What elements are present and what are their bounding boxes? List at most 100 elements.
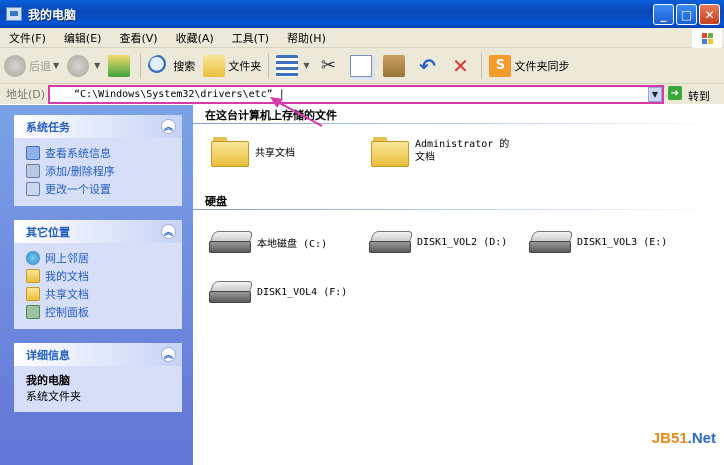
chevron-down-icon: ▼ — [53, 61, 60, 70]
toolbar: 后退 ▼ ▼ 搜索 文件夹 ▼ ✂ ↶ ✕ S 文件夹同步 — [0, 48, 724, 84]
cut-button[interactable]: ✂ — [313, 51, 346, 81]
watermark-part-a: JB51 — [651, 430, 688, 447]
back-button[interactable]: 后退 ▼ — [0, 51, 63, 81]
menu-view[interactable]: 查看(V) — [110, 30, 166, 46]
view-system-info-label: 查看系统信息 — [45, 147, 111, 160]
views-icon — [276, 54, 299, 77]
drive-item[interactable]: 本地磁盘 (C:) — [209, 231, 327, 253]
menu-tools[interactable]: 工具(T) — [223, 30, 278, 46]
address-dropdown-icon[interactable]: ▼ — [648, 87, 662, 102]
change-setting-label: 更改一个设置 — [45, 183, 111, 196]
system-tasks-header[interactable]: 系统任务 ︽ — [14, 115, 182, 138]
collapse-icon[interactable]: ︽ — [161, 119, 176, 134]
menu-edit[interactable]: 编辑(E) — [55, 30, 111, 46]
scissors-icon: ✂ — [320, 54, 337, 76]
add-remove-programs-link[interactable]: 添加/删除程序 — [26, 162, 172, 180]
control-panel-label: 控制面板 — [45, 306, 89, 319]
menu-file[interactable]: 文件(F) — [0, 30, 55, 46]
search-icon — [148, 54, 171, 77]
details-panel: 详细信息 ︽ 我的电脑 系统文件夹 — [14, 343, 182, 412]
copy-button[interactable] — [346, 51, 379, 81]
address-input[interactable]: “C:\Windows\System32\drivers\etc” | — [48, 85, 664, 104]
system-info-icon — [26, 146, 40, 160]
collapse-icon[interactable]: ︽ — [161, 224, 176, 239]
collapse-icon[interactable]: ︽ — [161, 347, 176, 362]
menu-favorites[interactable]: 收藏(A) — [167, 30, 223, 46]
my-documents-label: 我的文档 — [45, 270, 89, 283]
go-button[interactable]: 转到 — [688, 88, 710, 104]
search-button[interactable]: 搜索 — [144, 51, 199, 81]
hard-drive-icon — [529, 231, 571, 253]
search-label: 搜索 — [173, 59, 196, 73]
drive-item[interactable]: DISK1_VOL2 (D:) — [369, 231, 507, 253]
folder-sync-button[interactable]: S 文件夹同步 — [485, 51, 573, 81]
group-divider — [193, 209, 724, 210]
toolbar-divider — [481, 52, 483, 79]
windows-logo-icon — [692, 28, 722, 48]
drive-label: 本地磁盘 (C:) — [257, 238, 328, 250]
drives-group-header: 硬盘 — [205, 195, 227, 208]
up-folder-icon — [108, 54, 131, 77]
system-tasks-title: 系统任务 — [26, 120, 70, 134]
drive-label: DISK1_VOL3 (E:) — [577, 236, 668, 248]
hard-drive-icon — [209, 231, 251, 253]
views-button[interactable]: ▼ — [272, 51, 313, 81]
address-bar: 地址(D) “C:\Windows\System32\drivers\etc” … — [0, 84, 724, 104]
watermark-part-b: .Net — [687, 430, 716, 447]
forward-button[interactable]: ▼ — [63, 51, 104, 81]
menu-help[interactable]: 帮助(H) — [278, 30, 335, 46]
my-documents-link[interactable]: 我的文档 — [26, 267, 172, 285]
folders-button[interactable]: 文件夹 — [199, 51, 265, 81]
folders-label: 文件夹 — [228, 59, 262, 73]
folder-sync-label: 文件夹同步 — [514, 59, 570, 73]
my-documents-icon — [26, 269, 40, 283]
group-divider — [193, 123, 724, 124]
add-remove-programs-label: 添加/删除程序 — [45, 165, 115, 178]
folder-item[interactable]: 共享文档 — [211, 137, 295, 167]
details-item-type: 系统文件夹 — [26, 390, 81, 403]
add-remove-programs-icon — [26, 164, 40, 178]
network-places-link[interactable]: 网上邻居 — [26, 249, 172, 267]
close-button[interactable]: ✕ — [699, 4, 720, 25]
folder-label: 共享文档 — [255, 147, 295, 159]
undo-icon: ↶ — [419, 53, 436, 78]
undo-button[interactable]: ↶ — [412, 51, 445, 81]
back-arrow-icon — [4, 54, 26, 77]
task-pane: 系统任务 ︽ 查看系统信息 添加/删除程序 更改一个设置 其它位置 ︽ 网上邻居… — [0, 105, 193, 465]
hard-drive-icon — [369, 231, 411, 253]
shared-folder-icon — [26, 287, 40, 301]
chevron-down-icon: ▼ — [303, 61, 310, 70]
go-arrow-icon[interactable]: ➜ — [668, 86, 682, 100]
change-setting-link[interactable]: 更改一个设置 — [26, 180, 172, 198]
title-bar: 我的电脑 _ □ ✕ — [0, 0, 724, 28]
shared-documents-link[interactable]: 共享文档 — [26, 285, 172, 303]
folder-item[interactable]: Administrator 的文档 — [371, 137, 521, 167]
system-tasks-panel: 系统任务 ︽ 查看系统信息 添加/删除程序 更改一个设置 — [14, 115, 182, 206]
paste-button[interactable] — [379, 51, 412, 81]
details-item-name: 我的电脑 — [26, 374, 70, 387]
control-panel-link[interactable]: 控制面板 — [26, 303, 172, 321]
view-system-info-link[interactable]: 查看系统信息 — [26, 144, 172, 162]
address-label: 地址(D) — [6, 88, 46, 101]
folders-icon — [203, 54, 226, 77]
files-group-header: 在这台计算机上存储的文件 — [205, 109, 337, 122]
toolbar-divider — [140, 52, 142, 79]
up-folder-button[interactable] — [104, 51, 137, 81]
other-places-title: 其它位置 — [26, 225, 70, 239]
details-header[interactable]: 详细信息 ︽ — [14, 343, 182, 366]
chevron-down-icon: ▼ — [94, 61, 101, 70]
maximize-button[interactable]: □ — [676, 4, 697, 25]
folder-icon — [371, 137, 409, 167]
other-places-header[interactable]: 其它位置 ︽ — [14, 220, 182, 243]
other-places-panel: 其它位置 ︽ 网上邻居 我的文档 共享文档 控制面板 — [14, 220, 182, 329]
file-view: 在这台计算机上存储的文件 共享文档 Administrator 的文档 硬盘 本… — [193, 105, 724, 465]
drive-item[interactable]: DISK1_VOL4 (F:) — [209, 281, 347, 303]
minimize-button[interactable]: _ — [653, 4, 674, 25]
control-panel-icon — [26, 182, 40, 196]
forward-arrow-icon — [67, 54, 90, 77]
menu-bar: 文件(F) 编辑(E) 查看(V) 收藏(A) 工具(T) 帮助(H) — [0, 28, 724, 48]
delete-button[interactable]: ✕ — [445, 51, 478, 81]
network-icon — [26, 251, 40, 265]
drive-item[interactable]: DISK1_VOL3 (E:) — [529, 231, 667, 253]
control-panel-icon — [26, 305, 40, 319]
